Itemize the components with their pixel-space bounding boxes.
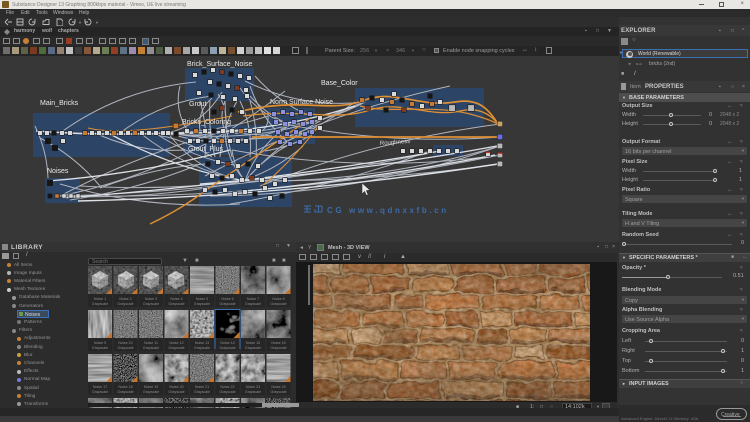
svg-text:Noise 2: Noise 2 (119, 297, 131, 301)
svg-text:Grayscale: Grayscale (168, 302, 184, 306)
svg-text:Grayscale: Grayscale (92, 346, 108, 350)
svg-text:Noise 21: Noise 21 (195, 385, 209, 389)
svg-text:Grayscale: Grayscale (245, 390, 261, 394)
svg-text:Grayscale: Grayscale (117, 346, 133, 350)
svg-text:Grayscale: Grayscale (194, 302, 210, 306)
svg-text:Bricks_Coloring: Bricks_Coloring (182, 119, 231, 126)
svg-text:Main_Bricks: Main_Bricks (40, 100, 79, 107)
svg-text:Grayscale: Grayscale (143, 302, 159, 306)
svg-text:Grayscale: Grayscale (194, 346, 210, 350)
svg-text:Noise 7: Noise 7 (247, 297, 259, 301)
svg-text:Grayscale: Grayscale (117, 390, 133, 394)
svg-text:Noise 10: Noise 10 (118, 341, 132, 345)
svg-text:Noise 19: Noise 19 (144, 385, 158, 389)
svg-text:Noise 16: Noise 16 (271, 341, 285, 345)
svg-text:Brick_Surface_Noise: Brick_Surface_Noise (187, 61, 252, 68)
svg-text:Base_Color: Base_Color (321, 80, 358, 87)
svg-text:Grayscale: Grayscale (219, 390, 235, 394)
svg-text:Noise 24: Noise 24 (271, 385, 285, 389)
svg-text:Grayscale: Grayscale (92, 302, 108, 306)
svg-text:Noise 17: Noise 17 (93, 385, 107, 389)
svg-text:Grayscale: Grayscale (270, 390, 286, 394)
svg-text:Noise 11: Noise 11 (144, 341, 158, 345)
svg-text:Grout_Plus: Grout_Plus (188, 146, 224, 153)
svg-text:Noises: Noises (47, 168, 69, 175)
svg-text:Grayscale: Grayscale (219, 346, 235, 350)
svg-text:Grayscale: Grayscale (143, 346, 159, 350)
svg-text:Roughness: Roughness (380, 139, 411, 147)
svg-text:Noise 20: Noise 20 (169, 385, 183, 389)
svg-text:Noise 23: Noise 23 (246, 385, 260, 389)
svg-text:Grayscale: Grayscale (143, 390, 159, 394)
svg-text:Noise 6: Noise 6 (221, 297, 233, 301)
svg-text:Noise 13: Noise 13 (195, 341, 209, 345)
svg-text:Noise 15: Noise 15 (246, 341, 260, 345)
svg-text:Noise 9: Noise 9 (94, 341, 106, 345)
svg-text:Noise 12: Noise 12 (169, 341, 183, 345)
svg-text:Noise 5: Noise 5 (196, 297, 208, 301)
svg-text:Grayscale: Grayscale (219, 302, 235, 306)
svg-text:Grayscale: Grayscale (194, 390, 210, 394)
svg-text:Grayscale: Grayscale (245, 302, 261, 306)
svg-text:Noise 1: Noise 1 (94, 297, 106, 301)
svg-text:Noise 22: Noise 22 (220, 385, 234, 389)
svg-text:Noise 4: Noise 4 (170, 297, 182, 301)
svg-text:Noise 18: Noise 18 (118, 385, 132, 389)
svg-text:Grayscale: Grayscale (245, 346, 261, 350)
svg-text:Noise 3: Noise 3 (145, 297, 157, 301)
svg-text:Grayscale: Grayscale (117, 302, 133, 306)
svg-text:Grayscale: Grayscale (168, 390, 184, 394)
svg-text:Grayscale: Grayscale (92, 390, 108, 394)
svg-text:Norm Surface Noise: Norm Surface Noise (270, 99, 333, 106)
svg-text:Noise 14: Noise 14 (220, 341, 234, 345)
svg-text:Grayscale: Grayscale (270, 302, 286, 306)
svg-text:Grayscale: Grayscale (270, 346, 286, 350)
svg-text:CG www.qdnxxfb.cn: CG www.qdnxxfb.cn (327, 206, 449, 215)
svg-text:Noise 8: Noise 8 (272, 297, 284, 301)
svg-text:Grout: Grout (189, 101, 207, 108)
svg-text:Grayscale: Grayscale (168, 346, 184, 350)
